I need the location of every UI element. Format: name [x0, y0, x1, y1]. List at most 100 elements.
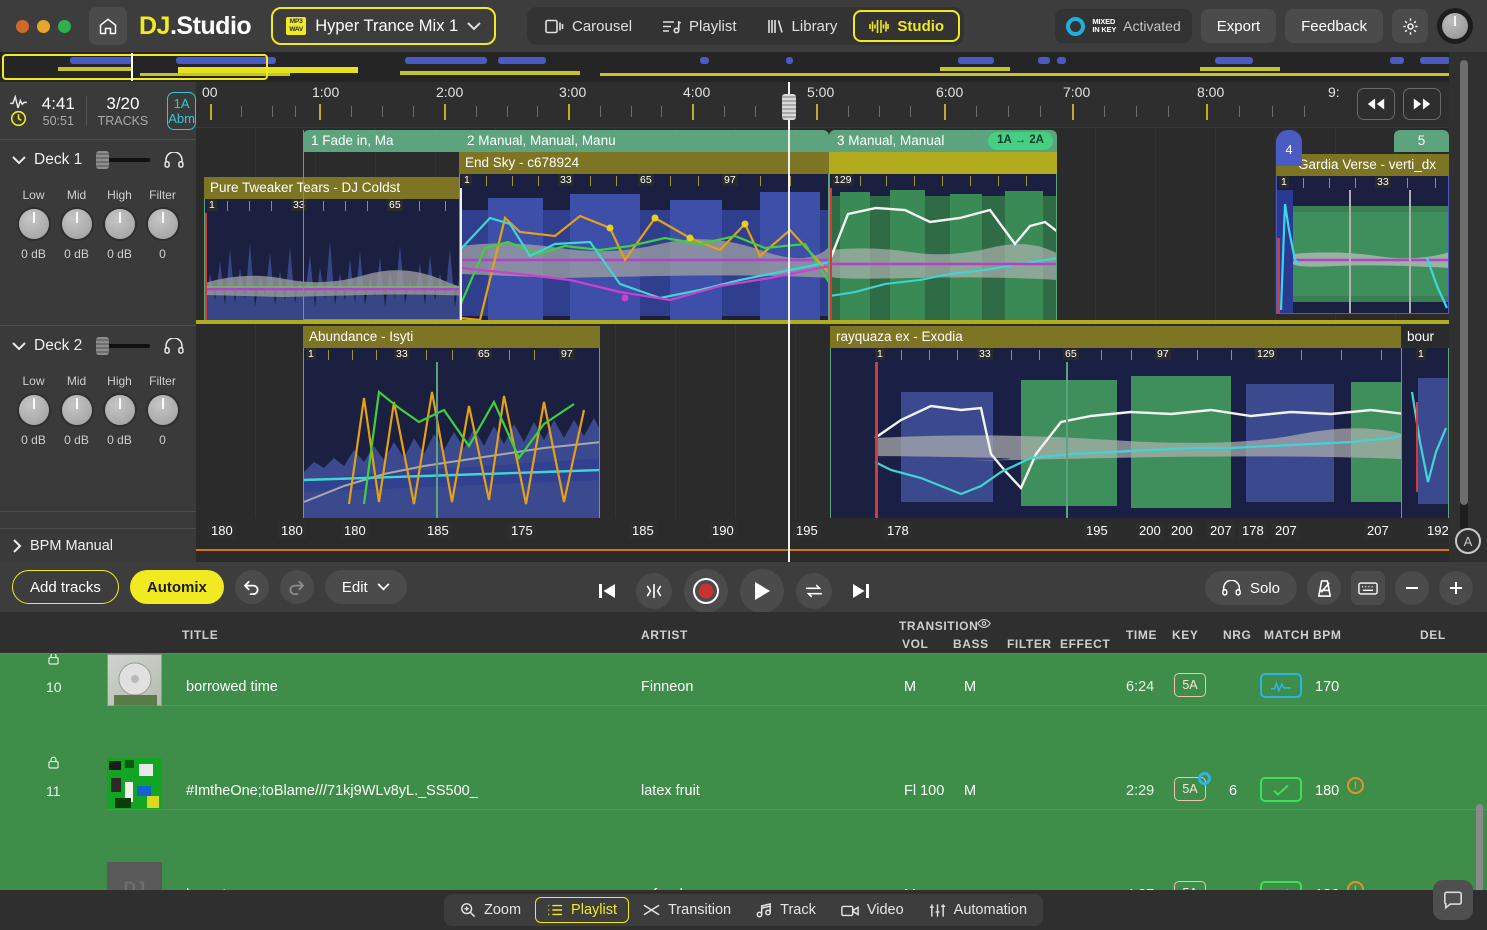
- row-title[interactable]: #ImtheOne;toBlame///71kj9WLv8yL._SS500_: [186, 783, 478, 799]
- deck-1-high-eq[interactable]: High 0 dB: [98, 188, 141, 261]
- row-vol[interactable]: Fl 100: [904, 783, 944, 799]
- row-bass[interactable]: M: [964, 783, 976, 799]
- column-time[interactable]: TIME: [1126, 628, 1157, 642]
- deck2-clip-2[interactable]: rayquaza ex - Exodia 1 33 65 97 129: [830, 326, 1421, 520]
- row-artist[interactable]: latex fruit: [641, 783, 700, 799]
- lock-icon[interactable]: [48, 654, 59, 665]
- deck-2-filter-eq[interactable]: Filter 0: [141, 374, 184, 447]
- undo-button[interactable]: [235, 570, 269, 604]
- table-row[interactable]: 12 DJ hypertrance a few lemons M 4:37 5A…: [0, 862, 1487, 890]
- deck1-clip-3[interactable]: 3 Manual, Manual 1A → 2A 129: [829, 130, 1057, 338]
- lock-icon[interactable]: [48, 756, 59, 769]
- column-del[interactable]: DEL: [1420, 628, 1446, 642]
- tab-playlist[interactable]: Playlist: [648, 10, 751, 42]
- column-artist[interactable]: ARTIST: [641, 628, 688, 642]
- loop-button[interactable]: [796, 573, 832, 609]
- deck1-clip-2-header[interactable]: 2 Manual, Manual, Manu: [459, 130, 829, 152]
- mix-selector[interactable]: MP3WAV Hyper Trance Mix 1: [271, 7, 496, 45]
- metronome-button[interactable]: [1307, 571, 1341, 605]
- mixed-in-key-status[interactable]: MIXEDIN KEY Activated: [1055, 9, 1191, 43]
- export-button[interactable]: Export: [1201, 9, 1276, 43]
- deck1-clip-3-header[interactable]: 3 Manual, Manual 1A → 2A: [829, 130, 1057, 152]
- deck-1-mid-eq[interactable]: Mid 0 dB: [55, 188, 98, 261]
- deck1-clip-4-number[interactable]: 4: [1276, 130, 1302, 166]
- deck1-clip-2[interactable]: 2 Manual, Manual, Manu End Sky - c678924…: [459, 130, 829, 338]
- bpm-warning-icon[interactable]: !: [1347, 777, 1364, 794]
- settings-button[interactable]: [1392, 9, 1428, 43]
- row-match-badge[interactable]: [1260, 673, 1302, 698]
- tool-track[interactable]: Track: [745, 897, 827, 923]
- timeline-canvas[interactable]: 00 1:00 2:00 3:00 4:00 5:00 6:00 7:00 8:…: [196, 82, 1449, 562]
- deck-2-low-eq[interactable]: Low 0 dB: [12, 374, 55, 447]
- deck1-clip-5-header[interactable]: 5: [1394, 130, 1449, 152]
- deck-2-mid-eq[interactable]: Mid 0 dB: [55, 374, 98, 447]
- playlist-scrollbar[interactable]: [1476, 804, 1483, 890]
- tool-automation[interactable]: Automation: [918, 897, 1038, 923]
- eye-icon[interactable]: [977, 618, 991, 629]
- row-key-badge[interactable]: 5A: [1174, 881, 1206, 890]
- bpm-lane[interactable]: 180 180 180 185 175 185 190 195 178 195 …: [196, 518, 1449, 562]
- jump-to-start-button[interactable]: [590, 574, 624, 608]
- tool-video[interactable]: Video: [830, 897, 915, 923]
- deck1-clip-5[interactable]: 5: [1394, 130, 1449, 152]
- keyboard-shortcuts-button[interactable]: [1351, 571, 1385, 605]
- minimize-window-button[interactable]: [37, 20, 50, 33]
- tab-carousel[interactable]: Carousel: [531, 10, 646, 42]
- row-bpm[interactable]: 170: [1315, 679, 1339, 695]
- deck-1-lane[interactable]: 1 Fade in, Ma Pure Tweaker Tears - DJ Co…: [196, 128, 1449, 320]
- tool-playlist[interactable]: Playlist: [535, 897, 629, 923]
- deck-2-high-knob[interactable]: [105, 395, 135, 425]
- deck-1-filter-eq[interactable]: Filter 0: [141, 188, 184, 261]
- master-volume-knob[interactable]: [1437, 8, 1473, 44]
- column-filter[interactable]: FILTER: [1007, 637, 1052, 651]
- deck-1-low-eq[interactable]: Low 0 dB: [12, 188, 55, 261]
- deck-2-high-eq[interactable]: High 0 dB: [98, 374, 141, 447]
- column-key[interactable]: KEY: [1172, 628, 1198, 642]
- record-button[interactable]: [684, 569, 728, 613]
- key-change-indicator-icon[interactable]: [1198, 772, 1211, 785]
- deck-2-mid-knob[interactable]: [62, 395, 92, 425]
- bpm-manual-row[interactable]: BPM Manual: [0, 528, 196, 562]
- timeline-vertical-scrollbar[interactable]: [1460, 60, 1468, 530]
- column-effect[interactable]: EFFECT: [1060, 637, 1110, 651]
- deck-1-collapse-icon[interactable]: [12, 156, 26, 165]
- column-bass[interactable]: BASS: [953, 637, 989, 651]
- automix-button[interactable]: Automix: [130, 570, 224, 604]
- deck2-clip-1[interactable]: Abundance - Isyti 1 33 65 97: [303, 326, 600, 520]
- row-key-badge[interactable]: 5A: [1174, 673, 1206, 697]
- playhead-handle[interactable]: [782, 94, 796, 120]
- deck-2-low-knob[interactable]: [19, 395, 49, 425]
- playhead[interactable]: [788, 82, 790, 562]
- zoom-out-button[interactable]: [1395, 571, 1429, 605]
- row-match-badge[interactable]: [1260, 881, 1302, 890]
- add-tracks-button[interactable]: Add tracks: [12, 570, 119, 604]
- overview-selection-window[interactable]: [2, 54, 268, 80]
- deck-2-cue-icon[interactable]: [164, 338, 184, 354]
- tab-library[interactable]: Library: [753, 10, 852, 42]
- maximize-window-button[interactable]: [58, 20, 71, 33]
- close-window-button[interactable]: [16, 20, 29, 33]
- skip-forward-button[interactable]: [1403, 88, 1441, 120]
- jump-to-end-button[interactable]: [844, 574, 878, 608]
- edit-menu-button[interactable]: Edit: [325, 570, 407, 604]
- deck-2-volume-fader[interactable]: [96, 337, 150, 355]
- column-match[interactable]: MATCH: [1264, 628, 1309, 642]
- table-row[interactable]: 10 borrowed time Finneon M M 6:24 5A 170: [0, 654, 1487, 706]
- timeline-ruler[interactable]: 00 1:00 2:00 3:00 4:00 5:00 6:00 7:00 8:…: [196, 82, 1449, 128]
- deck-1-filter-knob[interactable]: [148, 209, 178, 239]
- deck-2-lane[interactable]: Abundance - Isyti 1 33 65 97: [196, 320, 1449, 520]
- column-bpm[interactable]: BPM: [1313, 628, 1341, 642]
- mix-key-badge[interactable]: 1A Abm: [167, 92, 196, 130]
- redo-button[interactable]: [280, 570, 314, 604]
- column-vol[interactable]: VOL: [902, 637, 928, 651]
- zoom-in-button[interactable]: [1439, 571, 1473, 605]
- deck1-clip-4[interactable]: 4 Gardia Verse - verti_dx 1 33: [1276, 130, 1449, 314]
- row-match-badge[interactable]: [1260, 777, 1302, 802]
- bpm-warning-icon[interactable]: !: [1347, 881, 1364, 890]
- deck-2-collapse-icon[interactable]: [12, 342, 26, 351]
- feedback-button[interactable]: Feedback: [1285, 9, 1383, 43]
- row-bass[interactable]: M: [964, 679, 976, 695]
- support-chat-button[interactable]: [1433, 880, 1473, 920]
- timeline-overview-strip[interactable]: [0, 52, 1449, 82]
- play-button[interactable]: [740, 569, 784, 613]
